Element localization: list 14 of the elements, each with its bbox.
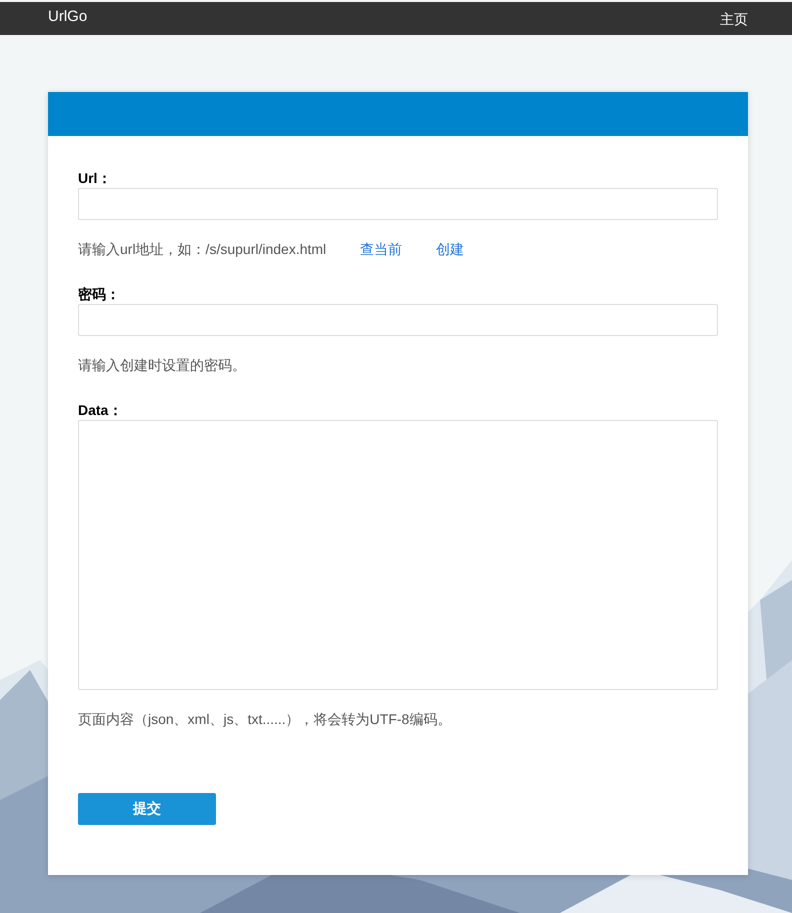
field-label: Data：: [78, 402, 124, 420]
field-label: 密码：: [78, 286, 121, 304]
data-textarea[interactable]: [78, 420, 718, 690]
brand-logo[interactable]: UrlGo: [48, 8, 88, 25]
input-field[interactable]: [78, 188, 718, 220]
field-label: Url：: [78, 170, 112, 188]
text-link[interactable]: 创建: [436, 241, 464, 259]
text-link[interactable]: 查当前: [360, 241, 402, 259]
help-text: 请输入url地址，如：/s/supurl/index.html: [78, 241, 326, 259]
submit-button[interactable]: 提交: [78, 793, 216, 825]
help-text: 页面内容（json、xml、js、txt......），将会转为UTF-8编码。: [78, 711, 452, 729]
nav-link[interactable]: 主页: [720, 10, 748, 28]
help-text: 请输入创建时设置的密码。: [78, 357, 246, 375]
input-field[interactable]: [78, 304, 718, 336]
